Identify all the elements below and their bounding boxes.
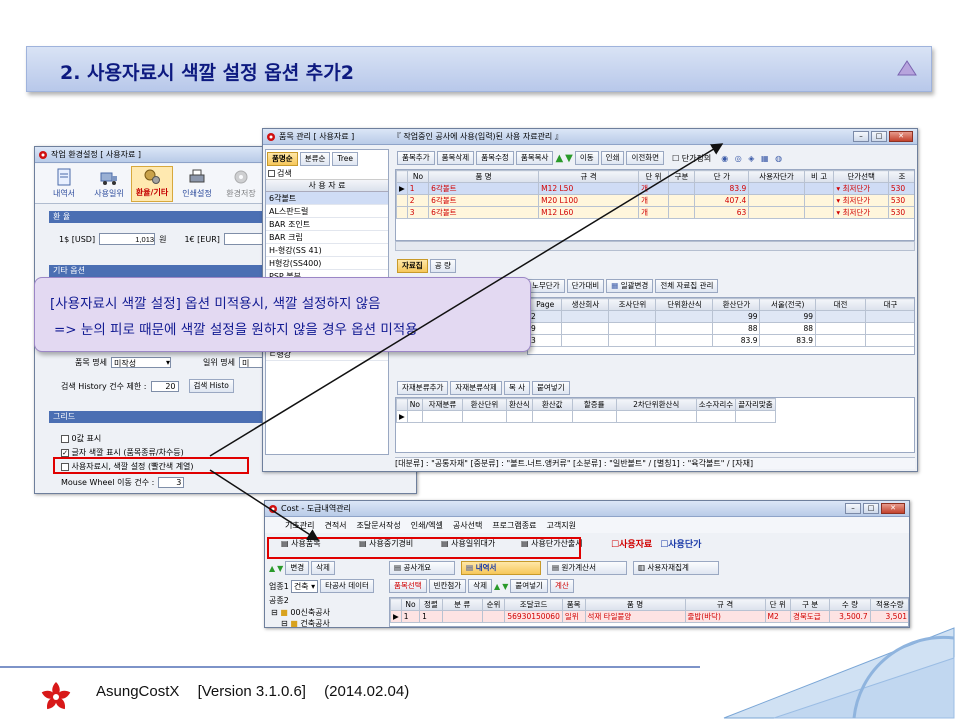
footer-text: AsungCostX [Version 3.1.0.6] (2014.02.04… <box>96 683 409 700</box>
footer-app-name: AsungCostX <box>96 683 180 700</box>
drafting-tools-decoration <box>723 627 955 719</box>
annotation-arrows <box>209 143 724 541</box>
arrow-to-cost-toolbar <box>209 469 320 541</box>
arrow-to-items-window <box>209 143 724 457</box>
footer-version: [Version 3.1.0.6] <box>197 683 306 700</box>
footer-date: (2014.02.04) <box>324 683 410 700</box>
footer-divider <box>0 666 700 668</box>
asung-logo-icon <box>41 682 71 710</box>
